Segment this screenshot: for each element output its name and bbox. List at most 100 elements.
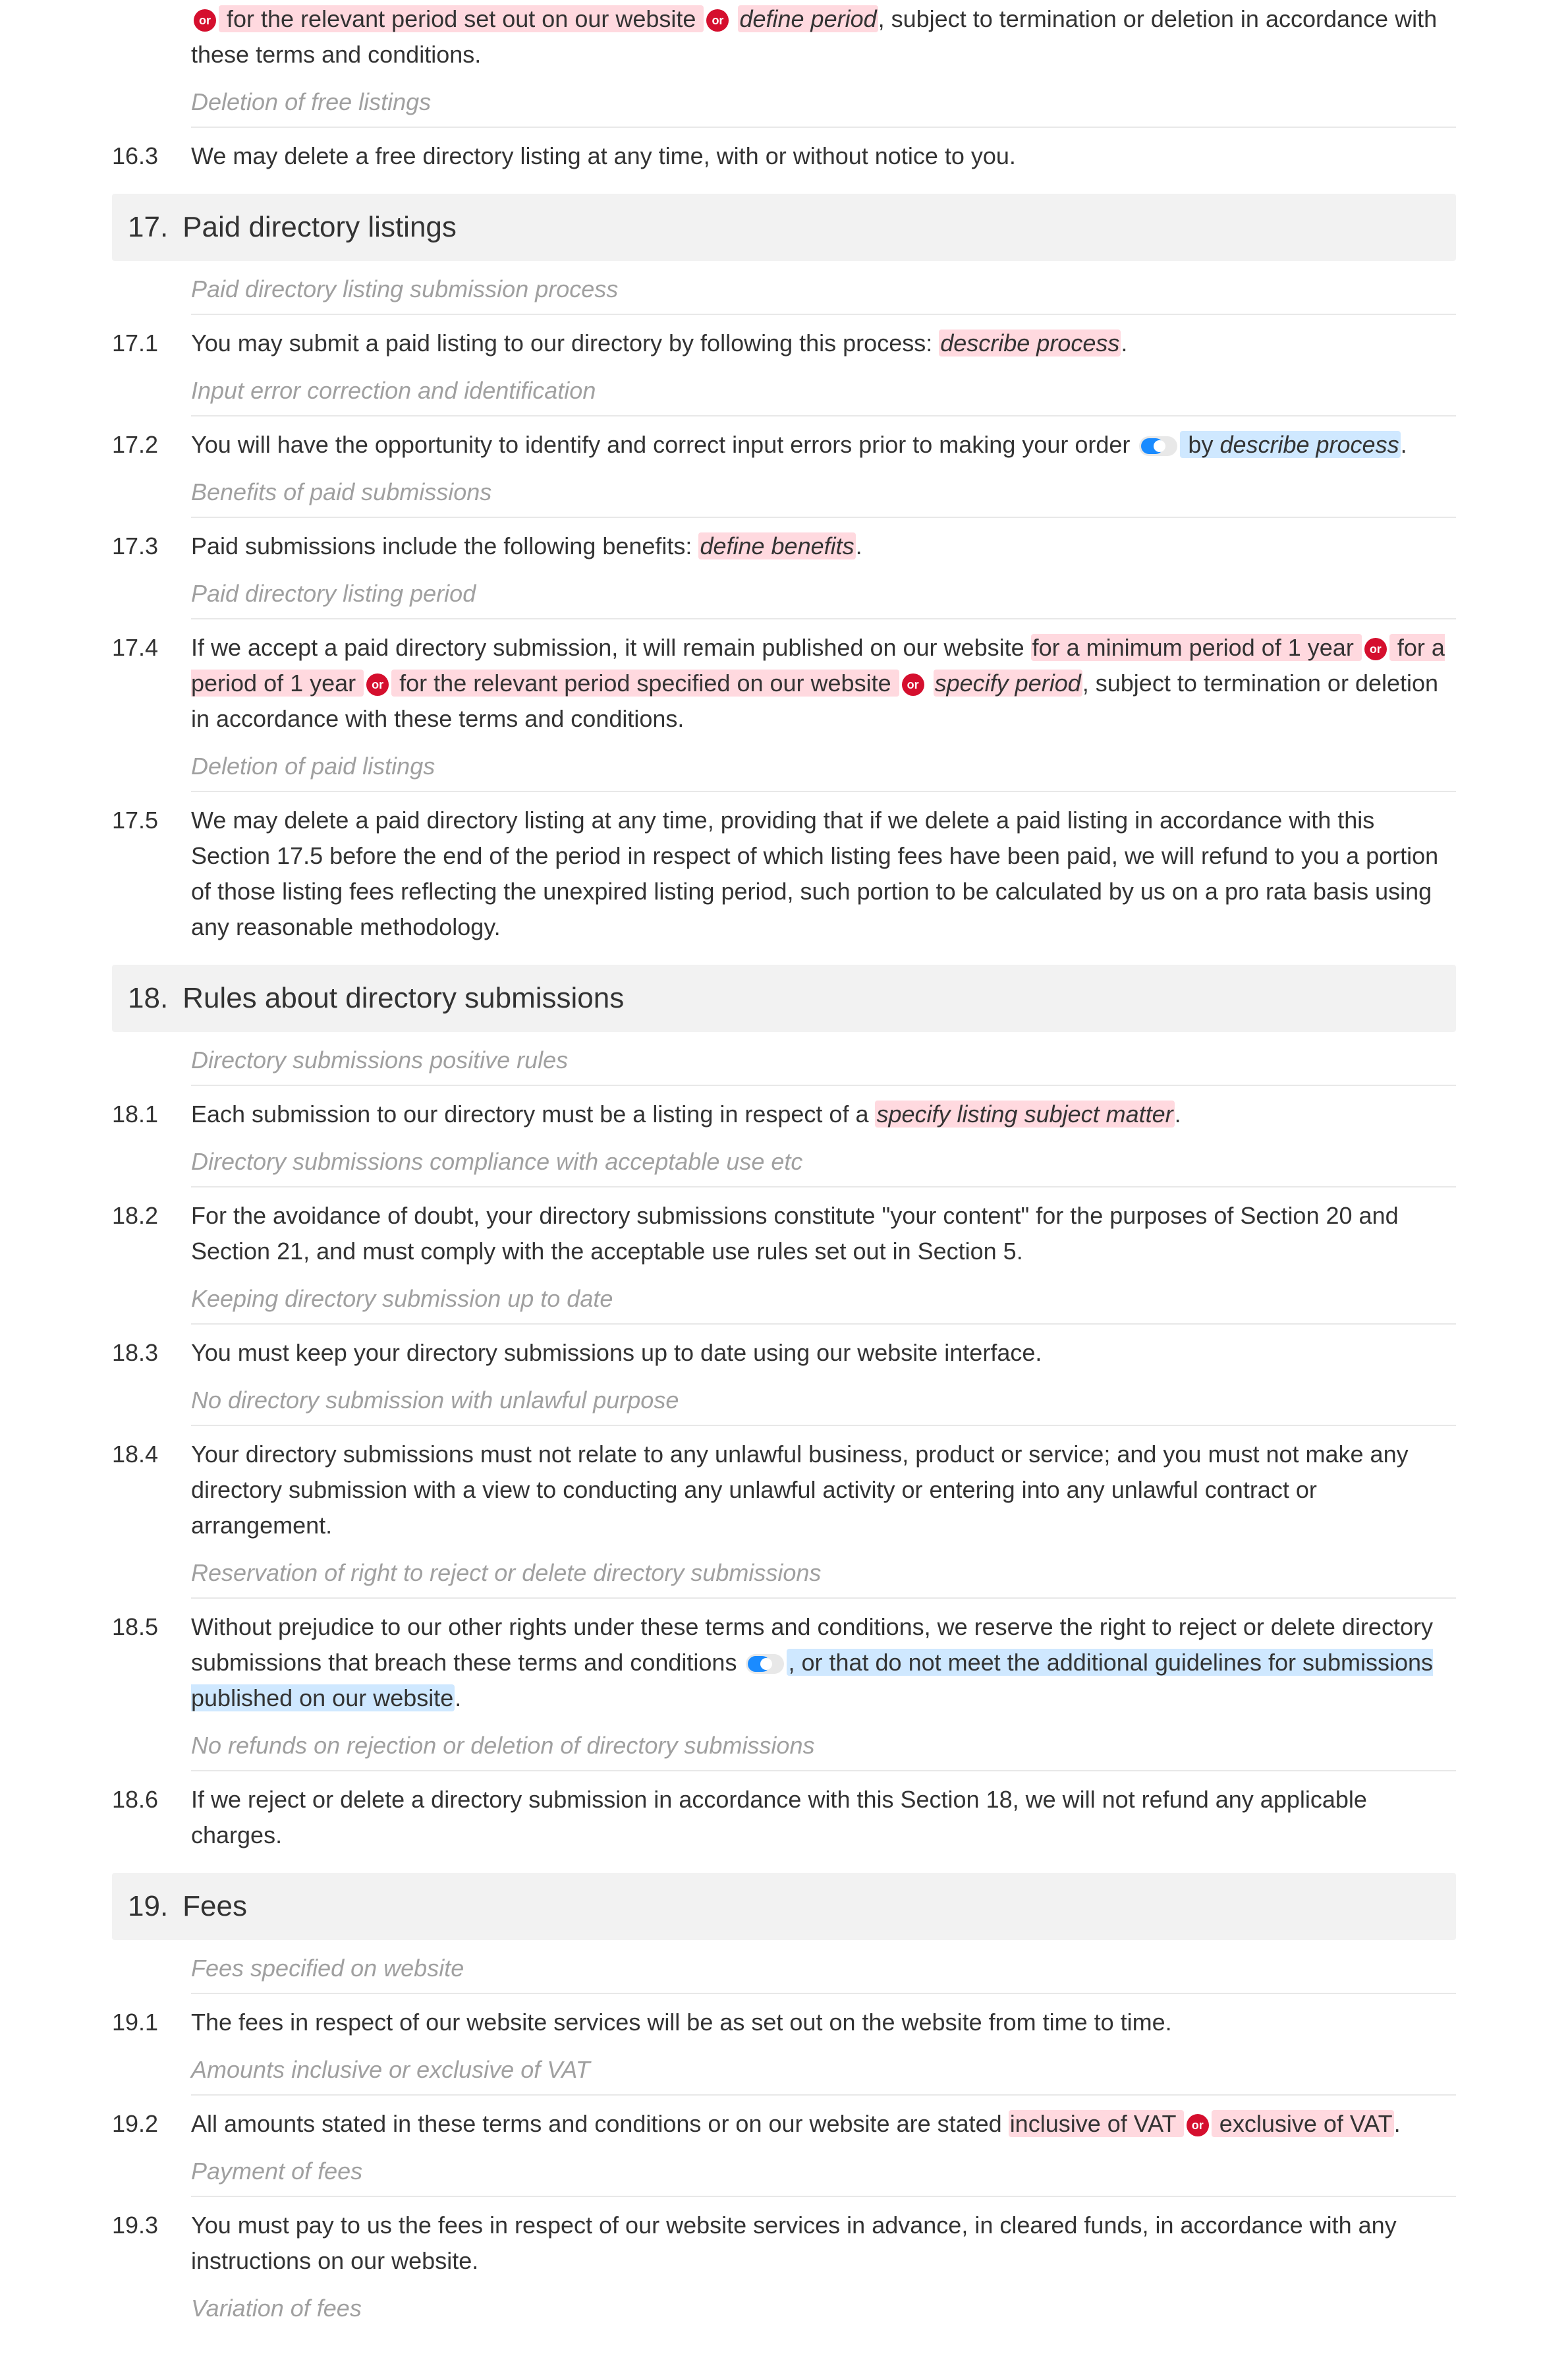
toggle-icon[interactable] — [746, 1654, 784, 1674]
clause-body: You must keep your directory submissions… — [191, 1335, 1456, 1371]
clause-19-2: 19.2 All amounts stated in these terms a… — [112, 2105, 1456, 2143]
fill-placeholder[interactable]: specify period — [934, 670, 1082, 697]
clause-subheading: No refunds on rejection or deletion of d… — [191, 1724, 1456, 1771]
clause-number: 18.6 — [112, 1782, 191, 1817]
clause-19-3: 19.3 You must pay to us the fees in resp… — [112, 2206, 1456, 2280]
clause-number: 18.3 — [112, 1335, 191, 1371]
fill-placeholder[interactable]: define benefits — [698, 532, 855, 559]
clause-number: 17.5 — [112, 803, 191, 838]
clause-body: Each submission to our directory must be… — [191, 1097, 1456, 1132]
clause-17-4: 17.4 If we accept a paid directory submi… — [112, 629, 1456, 738]
fill-placeholder[interactable]: define period — [738, 5, 878, 32]
clause-number: 18.4 — [112, 1437, 191, 1472]
or-badge[interactable]: or — [1187, 2114, 1209, 2136]
clause-subheading: Directory submissions compliance with ac… — [191, 1140, 1456, 1188]
section-number: 19. — [128, 1885, 168, 1928]
section-title: Fees — [182, 1885, 247, 1928]
section-title: Paid directory listings — [182, 206, 457, 249]
clause-17-3: 17.3 Paid submissions include the follow… — [112, 527, 1456, 565]
clause-18-2: 18.2 For the avoidance of doubt, your di… — [112, 1197, 1456, 1271]
clause-body: Your directory submissions must not rela… — [191, 1437, 1456, 1543]
clause-subheading: Payment of fees — [191, 2150, 1456, 2197]
clause-17-5: 17.5 We may delete a paid directory list… — [112, 801, 1456, 946]
clause-number: 17.3 — [112, 529, 191, 564]
clause-subheading: Amounts inclusive or exclusive of VAT — [191, 2048, 1456, 2096]
or-badge[interactable]: or — [194, 9, 216, 32]
section-19-heading: 19. Fees — [112, 1873, 1456, 1940]
clause-body: Paid submissions include the following b… — [191, 529, 1456, 564]
clause-text: . — [455, 1684, 461, 1711]
clause-number: 16.3 — [112, 138, 191, 174]
or-badge[interactable]: or — [706, 9, 729, 32]
clause-subheading: Paid directory listing submission proces… — [191, 268, 1456, 315]
clause-text: You will have the opportunity to identif… — [191, 431, 1136, 458]
clause-body: Without prejudice to our other rights un… — [191, 1609, 1456, 1716]
clause-number: 18.2 — [112, 1198, 191, 1234]
clause-18-6: 18.6 If we reject or delete a directory … — [112, 1781, 1456, 1854]
clause-body: You may submit a paid listing to our dir… — [191, 326, 1456, 361]
clause-18-5: 18.5 Without prejudice to our other righ… — [112, 1608, 1456, 1717]
clause-number: 18.1 — [112, 1097, 191, 1132]
option-text: for the relevant period set out on our w… — [219, 5, 704, 32]
clause-body: We may delete a free directory listing a… — [191, 138, 1456, 174]
toggle-icon[interactable] — [1139, 436, 1177, 456]
clause-text: You may submit a paid listing to our dir… — [191, 329, 939, 357]
clause-number: 19.3 — [112, 2208, 191, 2243]
clause-17-2: 17.2 You will have the opportunity to id… — [112, 426, 1456, 464]
or-badge[interactable]: or — [902, 673, 924, 696]
clause-text: If we accept a paid directory submission… — [191, 634, 1031, 661]
clause-body: The fees in respect of our website servi… — [191, 2005, 1456, 2040]
option-text: exclusive of VAT — [1212, 2110, 1394, 2137]
clause-text: . — [1175, 1101, 1181, 1128]
clause-subheading: Input error correction and identificatio… — [191, 369, 1456, 416]
clause-subheading: Reservation of right to reject or delete… — [191, 1551, 1456, 1599]
clause-16-fragment: or for the relevant period set out on ou… — [112, 0, 1456, 74]
clause-subheading: Paid directory listing period — [191, 572, 1456, 619]
optional-text: by describe process — [1180, 431, 1400, 458]
clause-subheading: Deletion of free listings — [191, 80, 1456, 128]
clause-number: 17.1 — [112, 326, 191, 361]
clause-body: If we reject or delete a directory submi… — [191, 1782, 1456, 1853]
clause-body: For the avoidance of doubt, your directo… — [191, 1198, 1456, 1269]
section-title: Rules about directory submissions — [182, 977, 624, 1020]
clause-number: 18.5 — [112, 1609, 191, 1645]
clause-text: . — [856, 532, 862, 559]
clause-subheading: No directory submission with unlawful pu… — [191, 1379, 1456, 1426]
clause-18-4: 18.4 Your directory submissions must not… — [112, 1435, 1456, 1545]
fill-placeholder[interactable]: describe process — [939, 329, 1121, 357]
clause-subheading: Directory submissions positive rules — [191, 1039, 1456, 1086]
clause-16-3: 16.3 We may delete a free directory list… — [112, 137, 1456, 175]
clause-text: All amounts stated in these terms and co… — [191, 2110, 1009, 2137]
clause-text: . — [1121, 329, 1127, 357]
clause-subheading: Deletion of paid listings — [191, 745, 1456, 792]
section-17-heading: 17. Paid directory listings — [112, 194, 1456, 261]
clause-text: . — [1394, 2110, 1401, 2137]
clause-body: You will have the opportunity to identif… — [191, 427, 1456, 463]
clause-subheading: Benefits of paid submissions — [191, 471, 1456, 518]
clause-18-1: 18.1 Each submission to our directory mu… — [112, 1095, 1456, 1133]
clause-subheading: Variation of fees — [191, 2287, 1456, 2333]
clause-18-3: 18.3 You must keep your directory submis… — [112, 1334, 1456, 1372]
section-number: 17. — [128, 206, 168, 249]
option-text: for the relevant period specified on our… — [391, 670, 899, 697]
clause-text: Each submission to our directory must be… — [191, 1101, 875, 1128]
clause-body: or for the relevant period set out on ou… — [191, 1, 1456, 72]
or-badge[interactable]: or — [1364, 638, 1387, 660]
clause-body: All amounts stated in these terms and co… — [191, 2106, 1456, 2142]
clause-number: 17.4 — [112, 630, 191, 666]
clause-text: . — [1401, 431, 1407, 458]
clause-body: If we accept a paid directory submission… — [191, 630, 1456, 737]
fill-placeholder[interactable]: describe process — [1219, 431, 1399, 458]
clause-19-1: 19.1 The fees in respect of our website … — [112, 2003, 1456, 2042]
option-text: for a minimum period of 1 year — [1031, 634, 1362, 661]
clause-number: 19.1 — [112, 2005, 191, 2040]
fill-placeholder[interactable]: specify listing subject matter — [875, 1101, 1174, 1128]
section-number: 18. — [128, 977, 168, 1020]
section-18-heading: 18. Rules about directory submissions — [112, 965, 1456, 1032]
or-badge[interactable]: or — [366, 673, 389, 696]
clause-number: 17.2 — [112, 427, 191, 463]
document-page: or for the relevant period set out on ou… — [0, 0, 1568, 2375]
clause-body: We may delete a paid directory listing a… — [191, 803, 1456, 945]
clause-text: Paid submissions include the following b… — [191, 532, 698, 559]
clause-number: 19.2 — [112, 2106, 191, 2142]
